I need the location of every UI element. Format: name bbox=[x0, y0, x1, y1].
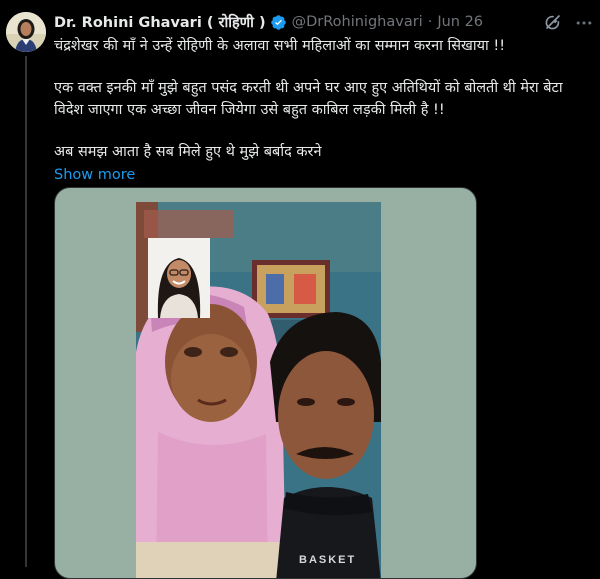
video-frame[interactable]: BASKET bbox=[136, 202, 381, 578]
thread-connector-line bbox=[25, 56, 27, 567]
tweet-text: चंद्रशेखर की माँ ने उन्हें रोहिणी के अला… bbox=[54, 35, 584, 186]
grok-icon[interactable] bbox=[544, 13, 562, 31]
tweet-text-line-3: अब समझ आता है सब मिले हुए थे मुझे बर्बाद… bbox=[54, 144, 322, 160]
tweet-date[interactable]: Jun 26 bbox=[437, 14, 483, 30]
tweet-text-line-2: एक वक्त इनकी माँ मुझे बहुत पसंद करती थी … bbox=[54, 80, 563, 118]
show-more-link[interactable]: Show more bbox=[54, 164, 135, 186]
shirt-text: BASKET bbox=[299, 554, 357, 566]
more-options-icon[interactable] bbox=[574, 13, 594, 33]
verified-badge-icon[interactable] bbox=[270, 14, 287, 31]
tweet[interactable]: Dr. Rohini Ghavari ( रोहिणी ) @DrRohinig… bbox=[0, 0, 600, 579]
author-avatar[interactable] bbox=[6, 12, 46, 52]
media-video[interactable]: BASKET bbox=[54, 187, 477, 579]
author-handle[interactable]: @DrRohinighavari bbox=[292, 14, 423, 30]
tweet-text-line-1: चंद्रशेखर की माँ ने उन्हें रोहिणी के अला… bbox=[54, 38, 506, 54]
inset-video-thumbnail[interactable] bbox=[148, 238, 210, 318]
header-separator: · bbox=[427, 14, 433, 30]
author-display-name[interactable]: Dr. Rohini Ghavari ( रोहिणी ) bbox=[54, 12, 266, 32]
tweet-header: Dr. Rohini Ghavari ( रोहिणी ) @DrRohinig… bbox=[54, 12, 483, 32]
